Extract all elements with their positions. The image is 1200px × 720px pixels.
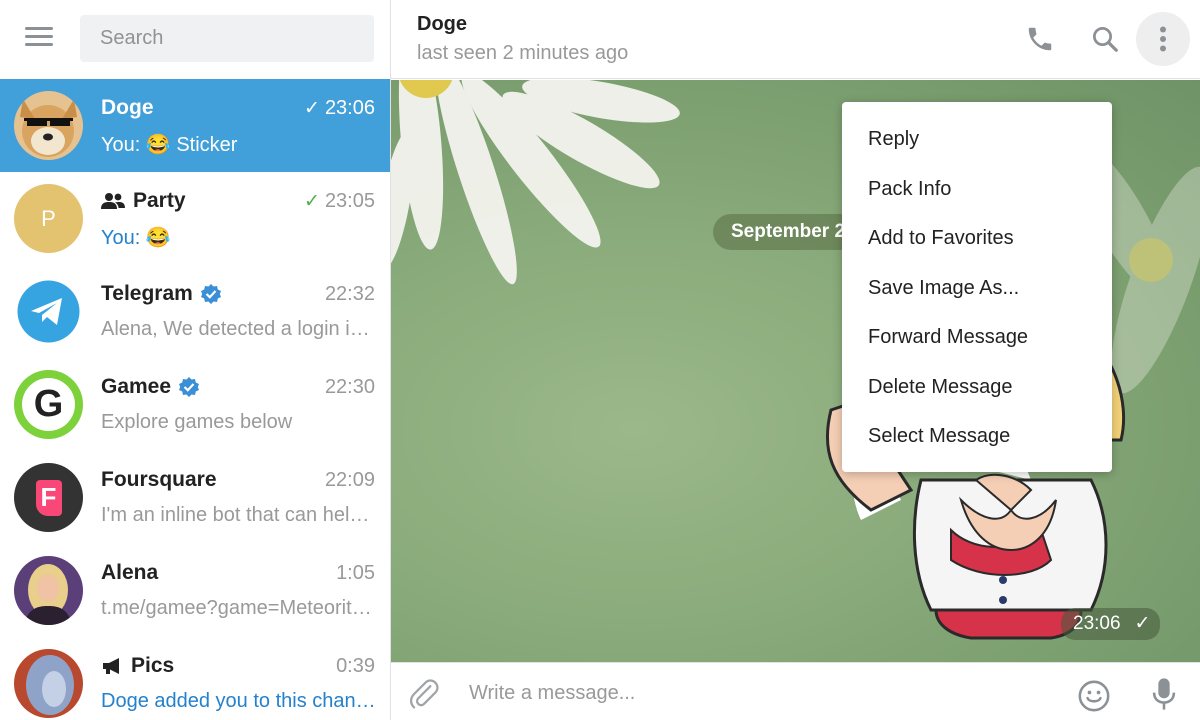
avatar: G — [14, 370, 83, 439]
read-check-icon: ✓ — [1134, 613, 1151, 634]
chat-title: Alena — [101, 561, 159, 584]
chat-title: Doge — [101, 96, 154, 119]
chat-time: 22:32 — [324, 283, 375, 305]
megaphone-icon — [101, 657, 123, 675]
message-composer — [391, 662, 1200, 720]
chat-time: ✓ 23:06 — [304, 97, 375, 119]
menu-item-save-image-as[interactable]: Save Image As... — [842, 264, 1112, 314]
foursquare-logo-icon: F — [35, 479, 62, 516]
chat-title: Party — [101, 189, 186, 213]
chat-title: Telegram — [101, 282, 222, 306]
message-time-badge: 23:06 ✓ — [1061, 608, 1161, 640]
chat-preview: I'm an inline bot that can help you find… — [101, 504, 376, 526]
date-separator: September 2 — [713, 214, 864, 250]
menu-item-forward-message[interactable]: Forward Message — [842, 313, 1112, 363]
chat-time: ✓ 23:05 — [304, 190, 375, 212]
smile-icon[interactable] — [1077, 679, 1111, 718]
menu-item-select-message[interactable]: Select Message — [842, 412, 1112, 462]
peer-name[interactable]: Doge — [417, 13, 467, 36]
chat-preview: You: 😂 — [101, 227, 171, 249]
message-time: 23:06 — [1073, 613, 1121, 634]
chat-item-doge[interactable]: Doge ✓ 23:06 You: 😂 Sticker — [0, 79, 390, 172]
chat-time: 22:09 — [324, 469, 375, 491]
microphone-icon[interactable] — [1151, 677, 1177, 716]
sidebar-header — [0, 0, 390, 79]
message-input[interactable] — [469, 673, 1049, 713]
gamee-logo-icon: G — [22, 378, 75, 431]
read-check-icon: ✓ — [304, 191, 320, 212]
chat-title: Gamee — [101, 375, 200, 399]
group-icon — [101, 192, 125, 210]
avatar: F — [14, 463, 83, 532]
chat-item-pics[interactable]: Pics 0:39 Doge added you to this channel — [0, 637, 390, 720]
chat-time: 1:05 — [336, 562, 375, 584]
more-vertical-icon[interactable] — [1136, 12, 1190, 66]
chat-time: 22:30 — [324, 376, 375, 398]
avatar: P — [14, 184, 83, 253]
avatar — [14, 556, 83, 625]
menu-item-pack-info[interactable]: Pack Info — [842, 165, 1112, 215]
chat-time: 0:39 — [336, 655, 375, 677]
avatar — [14, 91, 83, 160]
search-icon[interactable] — [1078, 12, 1132, 66]
telegram-logo-icon — [17, 280, 80, 343]
chat-item-party[interactable]: P Party ✓ 23:05 You: 😂 — [0, 172, 390, 265]
chat-preview: Explore games below — [101, 411, 293, 433]
peer-status: last seen 2 minutes ago — [417, 42, 629, 64]
menu-icon[interactable] — [25, 27, 53, 49]
chat-preview: Alena, We detected a login into your acc… — [101, 318, 376, 340]
read-check-icon: ✓ — [304, 98, 320, 119]
verified-badge-icon — [178, 376, 200, 398]
menu-item-delete-message[interactable]: Delete Message — [842, 363, 1112, 413]
context-menu: Reply Pack Info Add to Favorites Save Im… — [842, 102, 1112, 472]
paperclip-icon[interactable] — [407, 677, 441, 716]
avatar-letter: P — [41, 205, 56, 231]
menu-item-add-to-favorites[interactable]: Add to Favorites — [842, 214, 1112, 264]
search-input[interactable] — [80, 15, 374, 62]
chat-item-foursquare[interactable]: F Foursquare 22:09 I'm an inline bot tha… — [0, 451, 390, 544]
chat-header: Doge last seen 2 minutes ago — [391, 0, 1200, 79]
chat-preview: Doge added you to this channel — [101, 690, 376, 712]
verified-badge-icon — [200, 283, 222, 305]
chat-list: Doge ✓ 23:06 You: 😂 Sticker P Party ✓ 23:0… — [0, 79, 390, 720]
avatar — [14, 649, 83, 718]
chat-sidebar: Doge ✓23:06 You: 😂 Sticker P Party ✓23:0… — [0, 0, 391, 720]
phone-icon[interactable] — [1013, 12, 1067, 66]
chat-title: Foursquare — [101, 468, 217, 491]
chat-preview: You: 😂 Sticker — [101, 134, 238, 156]
avatar — [14, 277, 83, 346]
chat-item-gamee[interactable]: G Gamee 22:30 Explore games below — [0, 358, 390, 451]
chat-title: Pics — [101, 654, 174, 678]
chat-preview: t.me/gamee?game=MeteoriteAttack — [101, 597, 376, 619]
chat-item-telegram[interactable]: Telegram 22:32 Alena, We detected a logi… — [0, 265, 390, 358]
chat-item-alena[interactable]: Alena 1:05 t.me/gamee?game=MeteoriteAtta… — [0, 544, 390, 637]
menu-item-reply[interactable]: Reply — [842, 115, 1112, 165]
